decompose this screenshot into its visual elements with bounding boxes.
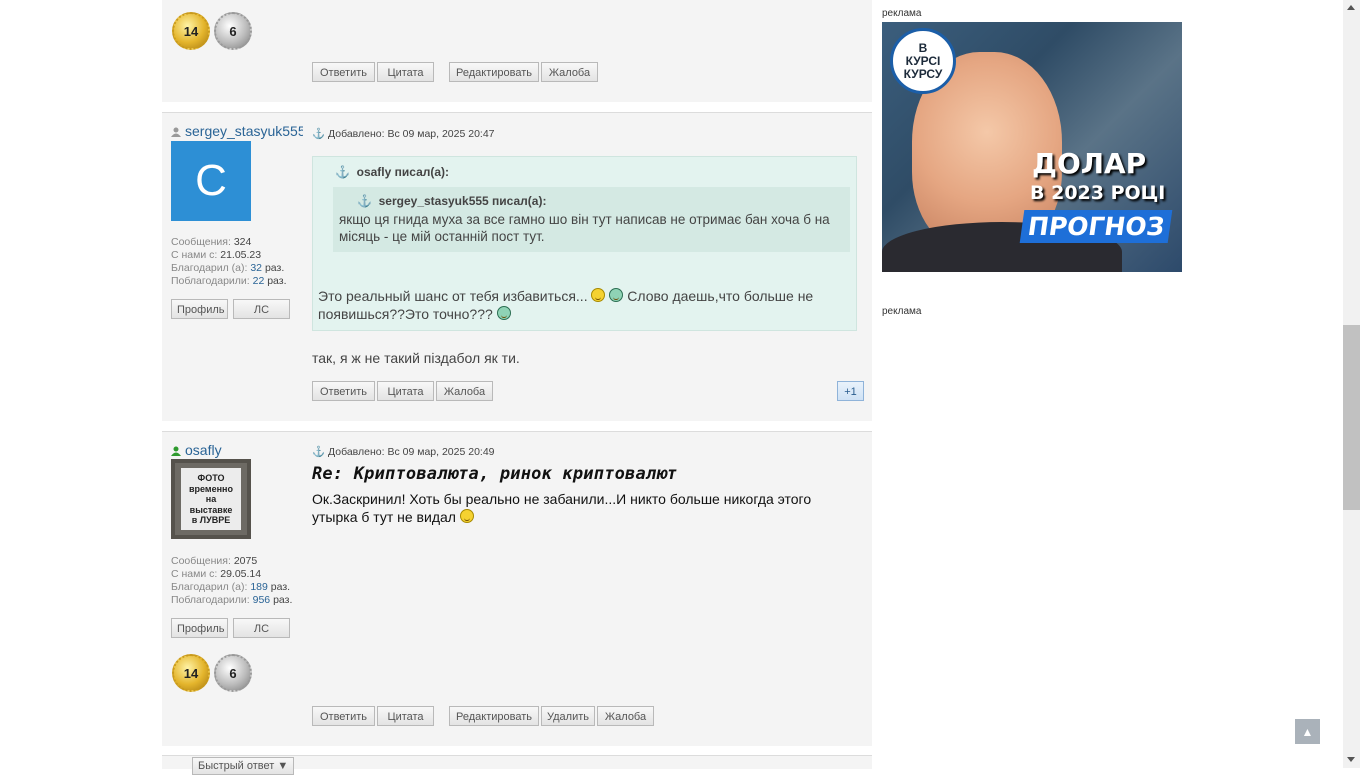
anchor-icon: ⚓ xyxy=(357,194,372,208)
scroll-to-top-button[interactable]: ▲ xyxy=(1295,719,1320,744)
edit-button[interactable]: Редактировать xyxy=(449,62,539,82)
reply-button[interactable]: Ответить xyxy=(312,706,375,726)
arrow-up-icon: ▲ xyxy=(1301,724,1314,739)
report-button[interactable]: Жалоба xyxy=(541,62,598,82)
reply-button[interactable]: Ответить xyxy=(312,62,375,82)
report-button[interactable]: Жалоба xyxy=(597,706,654,726)
scroll-up-arrow-icon[interactable] xyxy=(1347,5,1355,10)
was-thanked-link[interactable]: 956 xyxy=(253,594,271,606)
ad-headline: ДОЛАР xyxy=(1032,147,1147,180)
pm-button[interactable]: ЛС xyxy=(233,299,290,319)
post-body: так, я ж не такий піздабол як ти. xyxy=(312,350,520,366)
smile-icon xyxy=(591,288,606,302)
quote-button[interactable]: Цитата xyxy=(377,706,434,726)
thanked-link[interactable]: 32 xyxy=(250,262,262,274)
ad-label: реклама xyxy=(882,306,922,317)
avatar[interactable]: C xyxy=(171,141,251,221)
nested-quote-text: якщо ця гнида муха за все гамно шо він т… xyxy=(339,212,830,244)
post-sergey: sergey_stasyuk555 C Сообщения: 324 С нам… xyxy=(162,112,872,421)
smile-icon xyxy=(459,509,474,523)
post-body: Ок.Заскринил! Хоть бы реально не забанил… xyxy=(312,491,812,525)
scroll-down-arrow-icon[interactable] xyxy=(1347,757,1355,762)
avatar-sign: ФОТО временно на выставке в ЛУВРЕ xyxy=(181,468,241,530)
quote-block: ⚓ osafly писал(а): ⚓ sergey_stasyuk555 п… xyxy=(312,156,857,331)
ad-logo-badge: В КУРСІ КУРСУ xyxy=(890,28,956,94)
profile-button[interactable]: Профиль xyxy=(171,299,228,319)
user-stats: Сообщения: 2075 С нами с: 29.05.14 Благо… xyxy=(171,555,293,606)
post-date[interactable]: ⚓ Добавлено: Вс 09 мар, 2025 20:47 xyxy=(312,127,495,140)
quote-button[interactable]: Цитата xyxy=(377,62,434,82)
medal-silver: 6 xyxy=(214,654,252,692)
quote-button[interactable]: Цитата xyxy=(377,381,434,401)
edit-button[interactable]: Редактировать xyxy=(449,706,539,726)
anchor-icon: ⚓ xyxy=(335,165,350,179)
ad-subheadline: В 2023 РОЦІ xyxy=(1030,182,1166,204)
post-date[interactable]: ⚓ Добавлено: Вс 09 мар, 2025 20:49 xyxy=(312,445,495,458)
ad-tagline: ПРОГНОЗ xyxy=(1019,210,1173,243)
user-icon xyxy=(171,127,181,137)
scrollbar-thumb[interactable] xyxy=(1343,325,1360,510)
pm-button[interactable]: ЛС xyxy=(233,618,290,638)
post-author[interactable]: sergey_stasyuk555 xyxy=(171,123,303,139)
user-online-icon xyxy=(171,446,181,456)
grin-icon xyxy=(609,288,624,302)
medal-gold: 14 xyxy=(172,654,210,692)
nested-quote-block: ⚓ sergey_stasyuk555 писал(а): якщо ця гн… xyxy=(333,187,850,252)
posts-column: 14 6 Ответить Цитата Редактировать Жалоб… xyxy=(162,0,872,769)
delete-button[interactable]: Удалить xyxy=(541,706,595,726)
user-stats: Сообщения: 324 С нами с: 21.05.23 Благод… xyxy=(171,236,287,287)
nested-quote-author: ⚓ sergey_stasyuk555 писал(а): xyxy=(357,194,547,208)
medal-gold: 14 xyxy=(172,12,210,50)
quote-text: Это реальный шанс от тебя избавиться... … xyxy=(318,288,814,322)
ad-banner[interactable]: В КУРСІ КУРСУ ДОЛАР В 2023 РОЦІ ПРОГНОЗ xyxy=(882,22,1182,272)
anchor-icon: ⚓ xyxy=(312,446,326,458)
grin-icon xyxy=(496,306,511,320)
anchor-icon: ⚓ xyxy=(312,128,326,140)
reply-button[interactable]: Ответить xyxy=(312,381,375,401)
was-thanked-link[interactable]: 22 xyxy=(253,275,265,287)
profile-button[interactable]: Профиль xyxy=(171,618,228,638)
quote-author: ⚓ osafly писал(а): xyxy=(335,165,450,179)
post-previous: 14 6 Ответить Цитата Редактировать Жалоб… xyxy=(162,0,872,102)
report-button[interactable]: Жалоба xyxy=(436,381,493,401)
plus-one-button[interactable]: +1 xyxy=(837,381,864,401)
post-title: Re: Криптовалюта, ринок криптовалют xyxy=(312,464,678,484)
post-osafly: osafly ФОТО временно на выставке в ЛУВРЕ… xyxy=(162,431,872,746)
post-author[interactable]: osafly xyxy=(171,442,303,458)
avatar[interactable]: ФОТО временно на выставке в ЛУВРЕ xyxy=(171,459,251,539)
ad-label: реклама xyxy=(882,8,922,19)
quick-reply-button[interactable]: Быстрый ответ ▼ xyxy=(192,757,295,775)
medal-silver: 6 xyxy=(214,12,252,50)
thanked-link[interactable]: 189 xyxy=(250,581,268,593)
